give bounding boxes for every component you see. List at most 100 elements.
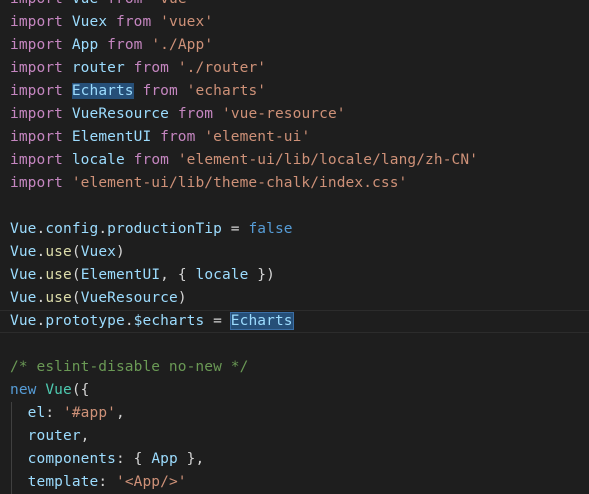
code-token: Vue <box>10 313 37 329</box>
code-token: from <box>142 83 178 99</box>
code-line[interactable]: Vue.use(ElementUI, { locale }) <box>0 264 589 287</box>
code-token: $echarts <box>133 313 205 329</box>
code-line[interactable]: el: '#app', <box>0 402 589 425</box>
code-token: 'vue' <box>151 0 195 7</box>
code-token: ElementUI <box>80 267 161 283</box>
code-line[interactable]: import locale from 'element-ui/lib/local… <box>0 149 589 172</box>
code-token: import <box>10 175 63 191</box>
code-token: 'element-ui' <box>204 129 311 145</box>
code-line[interactable]: Vue.prototype.$echarts = Echarts <box>0 310 589 333</box>
code-token: , <box>116 405 125 421</box>
code-line[interactable]: import router from './router' <box>0 57 589 80</box>
code-line[interactable]: import VueResource from 'vue-resource' <box>0 103 589 126</box>
code-token: locale <box>71 152 125 168</box>
code-token: 'vuex' <box>160 14 214 30</box>
code-token: productionTip <box>107 221 222 237</box>
code-line[interactable]: template: '<App/>' <box>0 471 589 494</box>
code-token: ( <box>71 267 81 283</box>
code-editor[interactable]: import Vue from 'vue'import Vuex from 'v… <box>0 0 589 494</box>
code-token: Vue <box>45 382 72 398</box>
code-line[interactable] <box>0 333 589 356</box>
code-token: : <box>98 474 116 490</box>
code-token: from <box>160 129 196 145</box>
code-line[interactable]: Vue.use(Vuex) <box>0 241 589 264</box>
code-line[interactable]: components: { App }, <box>0 448 589 471</box>
code-token: false <box>248 221 293 237</box>
code-token: Vue <box>10 267 37 283</box>
code-line[interactable]: import Vuex from 'vuex' <box>0 11 589 34</box>
code-line[interactable]: import 'element-ui/lib/theme-chalk/index… <box>0 172 589 195</box>
code-line[interactable]: router, <box>0 425 589 448</box>
code-token: from <box>177 106 214 122</box>
code-token: router <box>27 428 81 444</box>
code-token: , <box>80 428 90 444</box>
code-token: , { <box>160 267 196 283</box>
code-line[interactable]: new Vue({ <box>0 379 589 402</box>
code-token: '#app' <box>63 405 116 421</box>
code-token: Vue <box>10 221 37 237</box>
code-token: Echarts <box>71 83 134 99</box>
code-line[interactable]: import Vue from 'vue' <box>0 0 589 11</box>
code-token: App <box>151 451 178 467</box>
code-token: ({ <box>71 382 90 398</box>
code-token: 'element-ui/lib/locale/lang/zh-CN' <box>177 152 479 168</box>
code-token: import <box>10 14 63 30</box>
code-line[interactable]: /* eslint-disable no-new */ <box>0 356 589 379</box>
code-token: prototype <box>45 313 125 329</box>
code-token: Vuex <box>71 14 108 30</box>
code-token: Vue <box>72 0 99 7</box>
code-token: from <box>116 14 152 30</box>
code-line[interactable]: Vue.config.productionTip = false <box>0 218 589 241</box>
code-token: Vue <box>10 244 37 260</box>
code-line[interactable]: Vue.use(VueResource) <box>0 287 589 310</box>
code-line[interactable]: import Echarts from 'echarts' <box>0 80 589 103</box>
code-token: use <box>45 244 72 260</box>
code-token: 'echarts' <box>186 83 267 99</box>
code-token: ( <box>71 290 81 306</box>
code-token: from <box>107 37 143 53</box>
code-token: import <box>10 129 63 145</box>
code-token: ElementUI <box>71 129 152 145</box>
code-token: import <box>10 60 63 76</box>
code-token: use <box>45 267 72 283</box>
code-line[interactable] <box>0 195 589 218</box>
code-token: }, <box>177 451 205 467</box>
code-token: './router' <box>177 60 267 76</box>
code-token: components <box>27 451 116 467</box>
code-token: config <box>45 221 99 237</box>
code-token: ( <box>71 244 81 260</box>
code-token: }) <box>248 267 275 283</box>
indent-guide <box>11 425 12 448</box>
code-line[interactable]: import App from './App' <box>0 34 589 57</box>
code-token: use <box>45 290 72 306</box>
indent-guide <box>11 471 12 494</box>
code-token: import <box>10 106 63 122</box>
code-token: 'vue-resource' <box>221 106 346 122</box>
code-line[interactable]: import ElementUI from 'element-ui' <box>0 126 589 149</box>
code-token: . <box>98 221 108 237</box>
code-token: = <box>204 313 231 329</box>
code-token: template <box>27 474 99 490</box>
code-token: : { <box>115 451 152 467</box>
code-token: router <box>71 60 125 76</box>
code-token: from <box>133 152 169 168</box>
